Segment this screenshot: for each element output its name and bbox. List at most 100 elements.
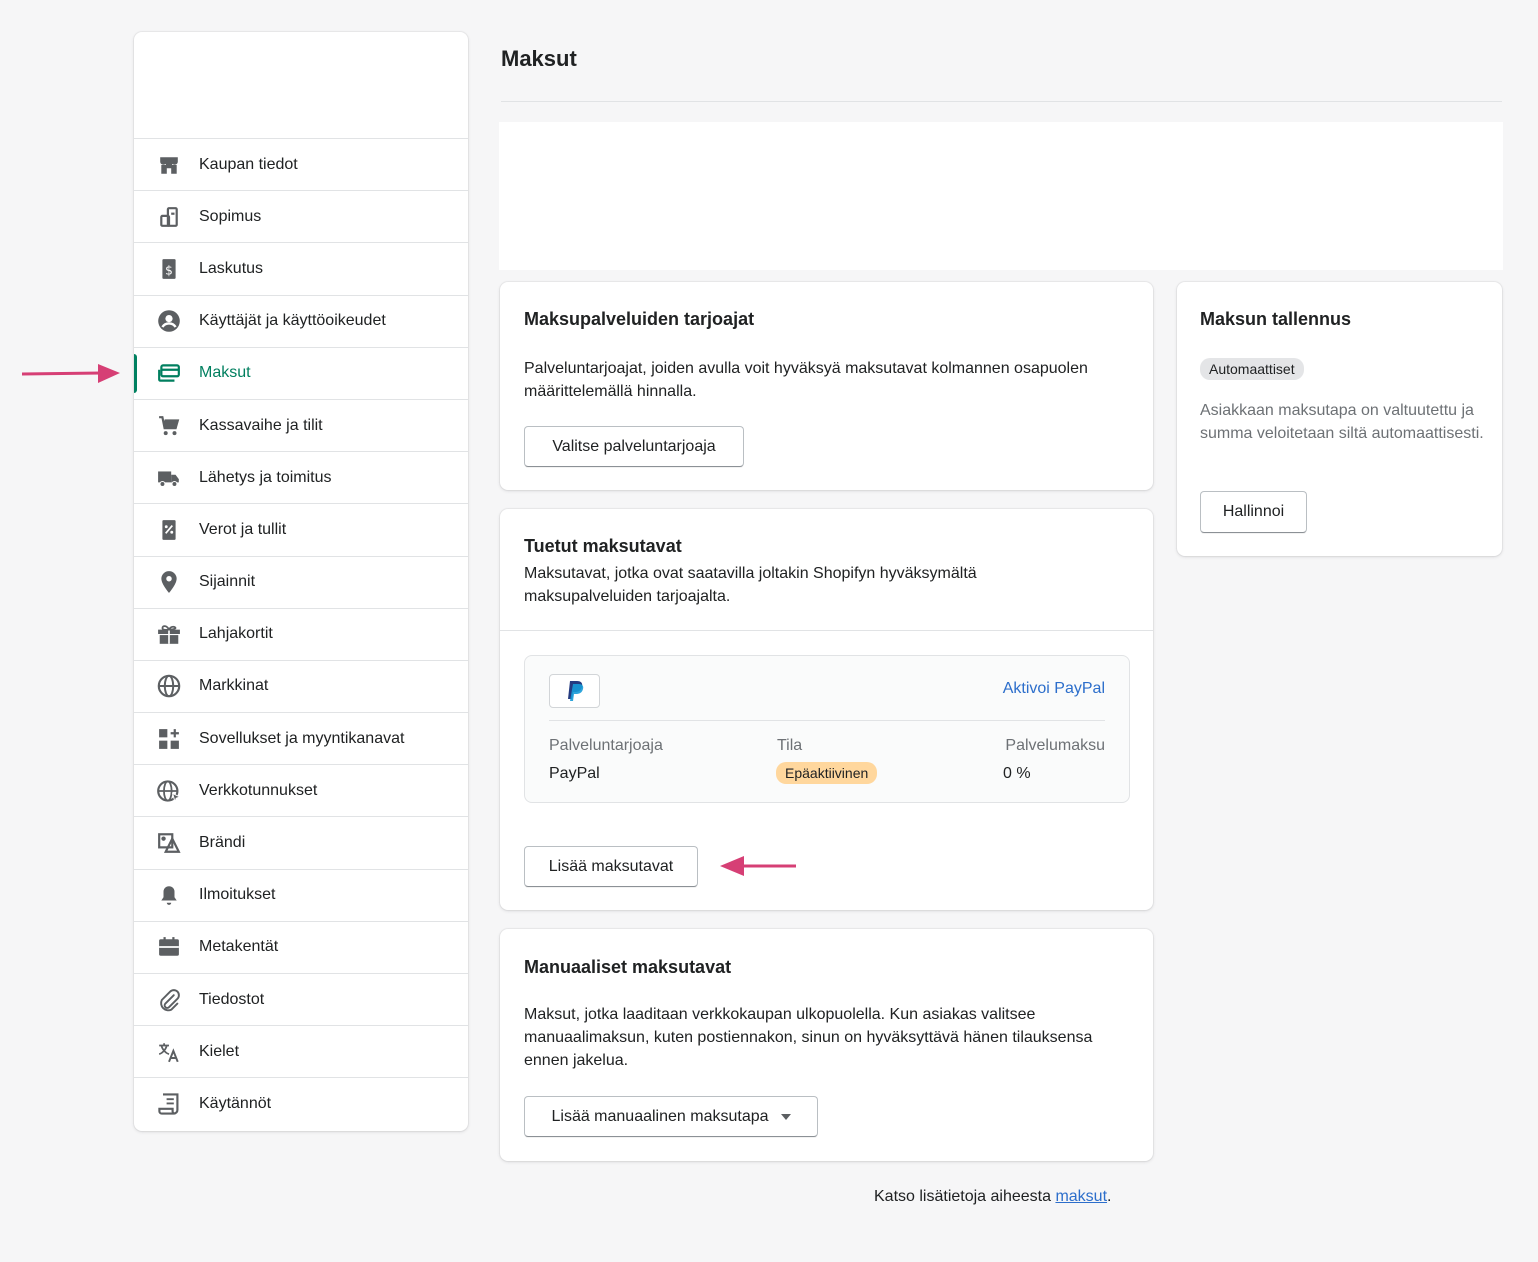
plan-icon: [157, 205, 181, 229]
sidebar-item-label: Kassavaihe ja tilit: [199, 416, 323, 434]
sidebar-item-policy[interactable]: Käytännöt: [134, 1078, 468, 1130]
tax-icon: [157, 518, 181, 542]
sidebar-item-store[interactable]: Kaupan tiedot: [134, 139, 468, 192]
payments-icon: [157, 361, 181, 385]
globe-icon: [157, 674, 181, 698]
paypal-box-divider: [549, 720, 1105, 721]
footer-text: Katso lisätietoja aiheesta: [874, 1188, 1056, 1205]
sidebar-item-label: Sovellukset ja myyntikanavat: [199, 729, 405, 747]
sidebar-item-brand[interactable]: Brändi: [134, 817, 468, 870]
add-manual-method-label: Lisää manuaalinen maksutapa: [551, 1107, 769, 1125]
payments-help-link[interactable]: maksut: [1055, 1188, 1107, 1205]
sidebar-item-payments[interactable]: Maksut: [134, 348, 468, 400]
sidebar-item-user[interactable]: Käyttäjät ja käyttöoikeudet: [134, 296, 468, 348]
sidebar-item-location[interactable]: Sijainnit: [134, 557, 468, 609]
policy-icon: [157, 1092, 181, 1116]
fee-column-header: Palvelumaksu: [1005, 737, 1105, 754]
sidebar-item-label: Laskutus: [199, 259, 264, 277]
sidebar-item-paperclip[interactable]: Tiedostot: [134, 974, 468, 1027]
sidebar-item-label: Brändi: [199, 834, 246, 852]
status-column-header: Tila: [777, 737, 803, 754]
cart-icon: [157, 414, 181, 438]
sidebar-item-label: Kaupan tiedot: [199, 155, 298, 173]
sidebar-item-label: Lähetys ja toimitus: [199, 468, 332, 486]
sidebar-header: [134, 32, 468, 139]
supported-description: Maksutavat, jotka ovat saatavilla joltak…: [524, 565, 977, 605]
sidebar-item-label: Tiedostot: [199, 990, 265, 1008]
sidebar-item-plan[interactable]: Sopimus: [134, 191, 468, 244]
title-divider: [501, 101, 1502, 102]
sidebar-item-label: Verkkotunnukset: [199, 781, 318, 799]
truck-icon: [157, 466, 181, 490]
sidebar-item-truck[interactable]: Lähetys ja toimitus: [134, 452, 468, 505]
supported-methods-card: Tuetut maksutavat Maksutavat, jotka ovat…: [500, 509, 1153, 910]
paypal-logo: [549, 674, 600, 708]
annotation-arrow-sidebar: [22, 364, 120, 383]
sidebar-nav-list: Kaupan tiedot Sopimus $ Laskutus Käyttäjät j…: [134, 139, 468, 1131]
sidebar-item-translate[interactable]: Kielet: [134, 1026, 468, 1079]
manage-button[interactable]: Hallinnoi: [1200, 491, 1307, 533]
choose-provider-button[interactable]: Valitse palveluntarjoaja: [524, 426, 744, 467]
add-manual-method-button[interactable]: Lisää manuaalinen maksutapa: [524, 1096, 818, 1137]
providers-card: Maksupalveluiden tarjoajat Palveluntarjo…: [500, 282, 1153, 490]
sidebar-item-label: Sopimus: [199, 207, 262, 225]
translate-icon: [157, 1040, 181, 1064]
sidebar-item-label: Käytännöt: [199, 1095, 272, 1113]
store-icon: [157, 153, 181, 177]
paypal-box: Aktivoi PayPal Palveluntarjoaja Tila Pal…: [524, 655, 1130, 803]
provider-column-header: Palveluntarjoaja: [549, 737, 663, 754]
sidebar-item-label: Sijainnit: [199, 573, 256, 591]
footer-suffix: .: [1107, 1188, 1112, 1205]
paypal-icon: [567, 681, 583, 701]
sidebar-item-metafields[interactable]: Metakentät: [134, 922, 468, 974]
manual-methods-card: Manuaaliset maksutavat Maksut, jotka laa…: [500, 929, 1153, 1161]
supported-divider: [500, 630, 1153, 631]
activate-paypal-link[interactable]: Aktivoi PayPal: [1003, 680, 1105, 698]
metafields-icon: [157, 935, 181, 959]
billing-icon: $: [157, 257, 181, 281]
banner-area: [499, 122, 1503, 270]
payment-capture-card: Maksun tallennus Automaattiset Asiakkaan…: [1177, 282, 1502, 556]
sidebar-item-label: Käyttäjät ja käyttöoikeudet: [199, 312, 386, 330]
caret-down-icon: [780, 1113, 791, 1120]
fee-value: 0 %: [1003, 765, 1031, 782]
sidebar-item-domain[interactable]: Verkkotunnukset: [134, 765, 468, 818]
domain-icon: [157, 779, 181, 803]
sidebar-item-label: Ilmoitukset: [199, 886, 276, 904]
bell-icon: [157, 883, 181, 907]
settings-sidebar: Kaupan tiedot Sopimus $ Laskutus Käyttäjät j…: [134, 32, 468, 1131]
user-icon: [157, 309, 181, 333]
brand-icon: [157, 831, 181, 855]
sidebar-item-bell[interactable]: Ilmoitukset: [134, 870, 468, 922]
sidebar-item-label: Maksut: [199, 364, 251, 382]
manual-title: Manuaaliset maksutavat: [524, 957, 732, 977]
sidebar-item-cart[interactable]: Kassavaihe ja tilit: [134, 400, 468, 453]
sidebar-item-tax[interactable]: Verot ja tullit: [134, 504, 468, 557]
gift-icon: [157, 622, 181, 646]
sidebar-item-label: Markkinat: [199, 677, 269, 695]
apps-icon: [157, 727, 181, 751]
sidebar-item-label: Lahjakortit: [199, 625, 273, 643]
providers-title: Maksupalveluiden tarjoajat: [524, 309, 755, 329]
footer-help: Katso lisätietoja aiheesta maksut.: [874, 1188, 1111, 1206]
supported-title: Tuetut maksutavat: [524, 536, 682, 556]
sidebar-item-label: Verot ja tullit: [199, 520, 287, 538]
capture-description: Asiakkaan maksutapa on valtuutettu ja su…: [1200, 402, 1484, 442]
providers-description: Palveluntarjoajat, joiden avulla voit hy…: [524, 360, 1088, 400]
sidebar-item-billing[interactable]: $ Laskutus: [134, 243, 468, 296]
sidebar-item-apps[interactable]: Sovellukset ja myyntikanavat: [134, 713, 468, 766]
page-title: Maksut: [501, 46, 577, 71]
location-icon: [157, 570, 181, 594]
automatic-badge: Automaattiset: [1200, 358, 1304, 380]
capture-title: Maksun tallennus: [1200, 309, 1352, 329]
sidebar-item-label: Kielet: [199, 1042, 240, 1060]
status-badge: Epäaktiivinen: [776, 762, 878, 784]
svg-text:$: $: [165, 263, 173, 277]
paperclip-icon: [157, 988, 181, 1012]
sidebar-item-label: Metakentät: [199, 938, 279, 956]
manual-description: Maksut, jotka laaditaan verkkokaupan ulk…: [524, 1006, 1093, 1069]
sidebar-item-globe[interactable]: Markkinat: [134, 661, 468, 714]
annotation-arrow-add-methods: [720, 856, 796, 876]
sidebar-item-gift[interactable]: Lahjakortit: [134, 609, 468, 661]
add-payment-methods-button[interactable]: Lisää maksutavat: [524, 846, 698, 887]
